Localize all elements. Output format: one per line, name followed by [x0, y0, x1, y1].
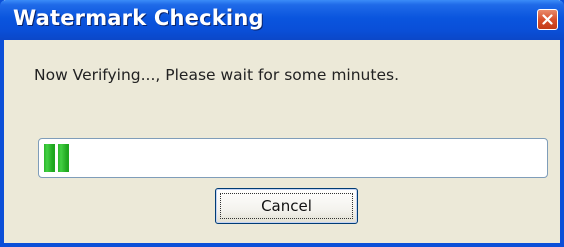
progress-track	[42, 142, 544, 174]
progress-fill	[44, 144, 72, 172]
close-icon	[542, 14, 553, 25]
window-title: Watermark Checking	[13, 6, 264, 30]
focus-ring	[220, 193, 353, 219]
close-button[interactable]	[537, 9, 558, 30]
title-bar[interactable]: Watermark Checking	[0, 0, 564, 40]
progress-bar	[38, 138, 548, 178]
dialog-window: Watermark Checking Now Verifying..., Ple…	[0, 0, 564, 247]
cancel-button[interactable]: Cancel	[215, 188, 358, 224]
status-message: Now Verifying..., Please wait for some m…	[34, 66, 399, 84]
